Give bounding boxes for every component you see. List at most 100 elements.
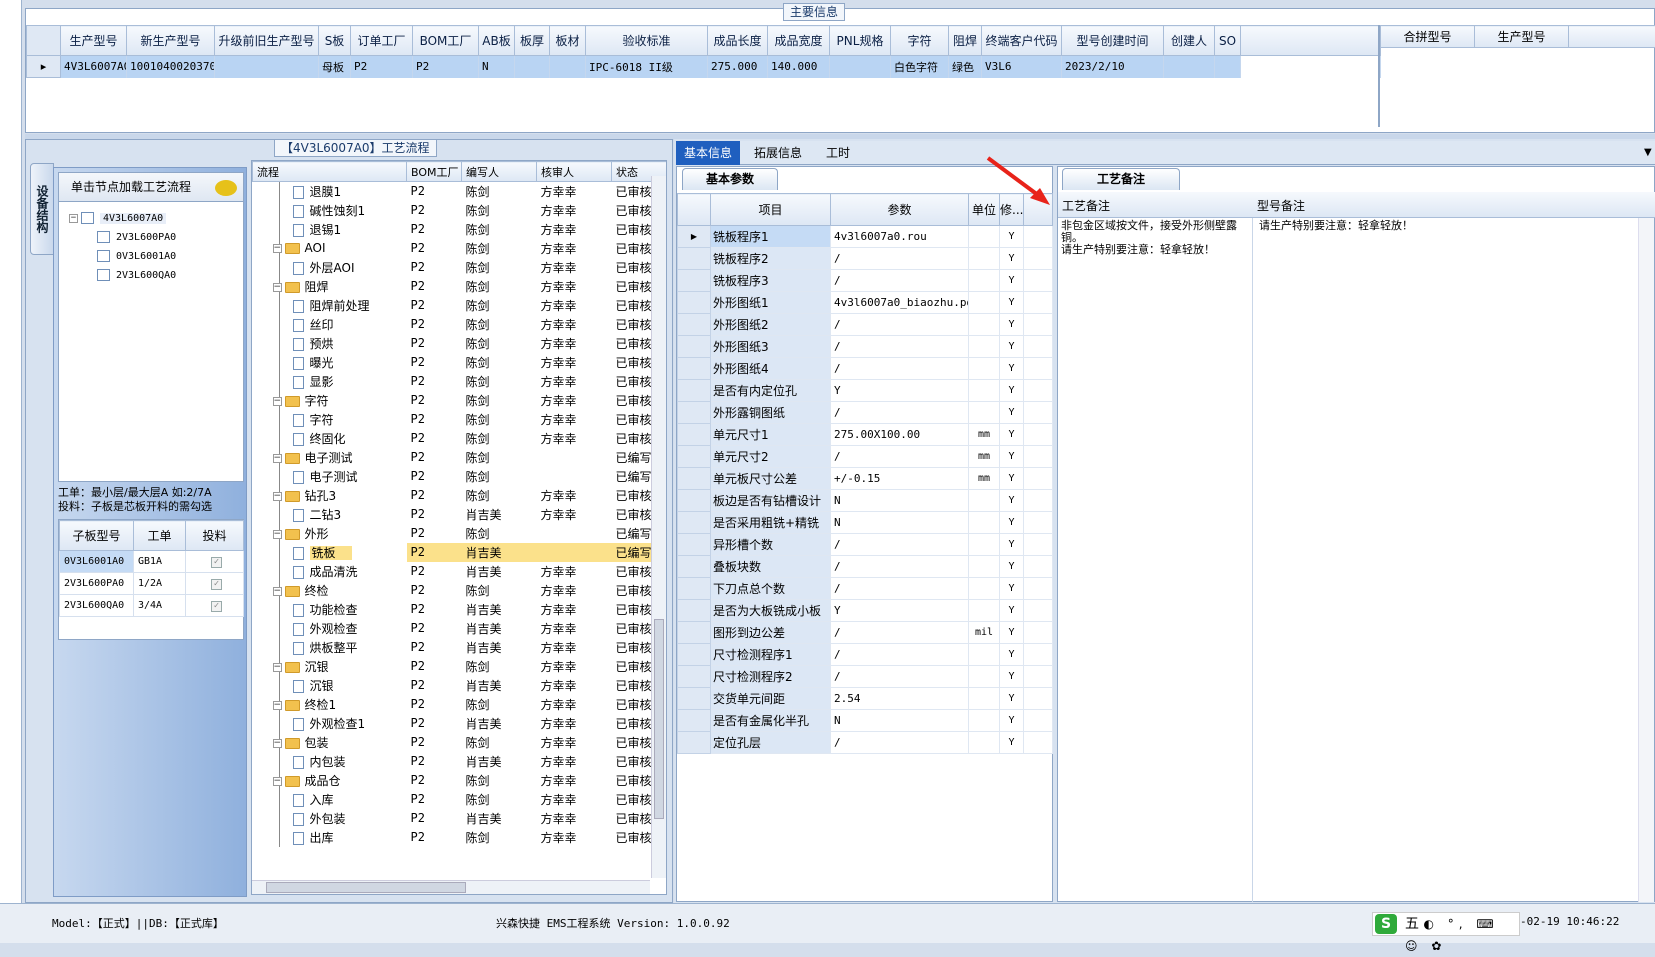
flow-row[interactable]: 退膜1 P2 陈剑 方幸幸 已审核 <box>252 181 667 201</box>
ime-toolbar[interactable]: S 五 ◐ °, ⌨ ☺ ✿ <box>1372 912 1520 953</box>
feed-checkbox[interactable]: ✓ <box>211 556 222 568</box>
model-notes-text[interactable]: 请生产特别要注意：轻拿轻放！ <box>1255 218 1635 902</box>
param-row[interactable]: 是否采用粗铣+精铣 N Y <box>677 511 1053 534</box>
param-value[interactable]: / <box>830 445 969 468</box>
flow-row[interactable]: − 钻孔3 P2 陈剑 方幸幸 已审核 <box>252 485 667 505</box>
tab-craft-notes[interactable]: 工艺备注 <box>1062 168 1180 190</box>
param-row[interactable]: 外形图纸2/ Y <box>677 313 1053 336</box>
collapse-toggle[interactable]: − <box>272 586 282 596</box>
param-value[interactable]: +/-0.15 <box>830 467 969 490</box>
feed-checkbox[interactable]: ✓ <box>211 578 222 590</box>
main-col-14[interactable]: 阻焊 <box>948 25 982 56</box>
tree-node[interactable]: 2V3L600QA0 <box>97 268 176 284</box>
collapse-toggle[interactable]: − <box>272 700 282 710</box>
col-reviewer[interactable]: 核审人 <box>536 161 612 182</box>
main-cell-7[interactable] <box>514 55 550 78</box>
param-value[interactable]: / <box>830 577 969 600</box>
param-modify[interactable]: Y <box>999 555 1024 578</box>
flow-row[interactable]: 成品清洗 P2 肖吉美 方幸幸 已审核 <box>252 561 667 581</box>
param-modify[interactable]: Y <box>999 335 1024 358</box>
vertical-scrollbar[interactable] <box>651 176 666 878</box>
param-modify[interactable]: Y <box>999 643 1024 666</box>
merge-col-1[interactable]: 生产型号 <box>1474 25 1569 48</box>
param-value[interactable]: / <box>830 533 969 556</box>
sub-col-model[interactable]: 子板型号 <box>59 520 134 551</box>
tree-node-root[interactable]: −4V3L6007A0 <box>69 211 167 227</box>
flow-row[interactable]: 显影 P2 陈剑 方幸幸 已审核 <box>252 371 667 391</box>
param-modify[interactable]: Y <box>999 621 1024 644</box>
flow-tree-grid[interactable]: 流程 BOM工厂 编写人 核审人 状态 退膜1 P2 陈剑 方幸幸 已审核 碱性蚀刻1 P2… <box>251 160 667 895</box>
main-col-12[interactable]: PNL规格 <box>829 25 891 56</box>
param-row[interactable]: ▶ 铣板程序1 4v3l6007a0.rou Y <box>677 225 1053 248</box>
main-col-2[interactable]: 升级前旧生产型号 <box>214 25 319 56</box>
main-col-3[interactable]: S板 <box>318 25 351 56</box>
collapse-toggle[interactable]: − <box>272 776 282 786</box>
sub-model[interactable]: 2V3L600PA0 <box>59 572 134 595</box>
sub-row[interactable]: 2V3L600QA0 3/4A ✓ <box>59 594 244 617</box>
main-col-9[interactable]: 验收标准 <box>585 25 708 56</box>
tab-basic-params[interactable]: 基本参数 <box>682 168 778 190</box>
structure-tree[interactable]: −4V3L6007A0 2V3L600PA0 0V3L6001A0 2V3L60… <box>58 172 244 482</box>
collapse-toggle[interactable]: − <box>272 244 282 253</box>
main-cell-18[interactable] <box>1214 55 1241 78</box>
param-value[interactable]: 4v3l6007a0_biaozhu.pdf <box>830 291 969 314</box>
main-cell-17[interactable] <box>1163 55 1215 78</box>
param-row[interactable]: 单元板尺寸公差 +/-0.15 mm Y <box>677 467 1053 490</box>
param-value[interactable]: N <box>830 511 969 534</box>
sub-order[interactable]: 3/4A <box>133 594 186 617</box>
main-col-17[interactable]: 创建人 <box>1163 25 1215 56</box>
main-col-18[interactable]: SO <box>1214 25 1241 56</box>
main-cell-12[interactable] <box>829 55 891 78</box>
flow-row[interactable]: − 电子测试 P2 陈剑 已编写 <box>252 447 667 467</box>
flow-row[interactable]: − 成品仓 P2 陈剑 方幸幸 已审核 <box>252 770 667 790</box>
sub-row[interactable]: 0V3L6001A0 GB1A ✓ <box>59 550 244 573</box>
main-cell-9[interactable]: IPC-6018 II级 <box>585 55 708 78</box>
collapse-toggle[interactable]: − <box>272 529 282 539</box>
collapse-toggle[interactable]: − <box>272 662 282 672</box>
param-row[interactable]: 是否有金属化半孔 N Y <box>677 709 1053 732</box>
flow-row[interactable]: 阻焊前处理 P2 陈剑 方幸幸 已审核 <box>252 295 667 315</box>
param-modify[interactable]: Y <box>999 687 1024 710</box>
flow-row[interactable]: 退锡1 P2 陈剑 方幸幸 已审核 <box>252 219 667 239</box>
basic-params-grid[interactable]: 项目 参数 单位 修... ▶ 铣板程序1 4v3l6007a0.rou Y 铣板程序2… <box>677 193 1053 754</box>
main-cell-14[interactable]: 绿色 <box>948 55 982 78</box>
param-row[interactable]: 单元尺寸1 275.00X100.00 mm Y <box>677 423 1053 446</box>
param-modify[interactable]: Y <box>999 291 1024 314</box>
param-value[interactable]: / <box>830 643 969 666</box>
tree-node[interactable]: 0V3L6001A0 <box>97 249 176 265</box>
col-author[interactable]: 编写人 <box>461 161 537 182</box>
main-col-7[interactable]: 板厚 <box>514 25 550 56</box>
main-cell-16[interactable]: 2023/2/10 <box>1061 55 1164 78</box>
param-row[interactable]: 图形到边公差 / mil Y <box>677 621 1053 644</box>
param-modify[interactable]: Y <box>999 247 1024 270</box>
param-row[interactable]: 外形露铜图纸 / Y <box>677 401 1053 424</box>
flow-row[interactable]: − 终检 P2 陈剑 方幸幸 已审核 <box>252 580 667 600</box>
param-modify[interactable]: Y <box>999 379 1024 402</box>
feed-checkbox[interactable]: ✓ <box>211 600 222 612</box>
flow-row[interactable]: 外观检查1 P2 肖吉美 方幸幸 已审核 <box>252 713 667 733</box>
sub-model[interactable]: 2V3L600QA0 <box>59 594 134 617</box>
flow-row[interactable]: 曝光 P2 陈剑 方幸幸 已审核 <box>252 352 667 372</box>
main-info-grid[interactable]: 生产型号 新生产型号 升级前旧生产型号 S板 订单工厂 BOM工厂 AB板 板厚 板材 验收标准成… <box>26 25 1381 78</box>
param-modify[interactable]: Y <box>999 511 1024 534</box>
flow-row[interactable]: − 字符 P2 陈剑 方幸幸 已审核 <box>252 390 667 410</box>
param-row[interactable]: 是否为大板铣成小板 Y Y <box>677 599 1053 622</box>
flow-row[interactable]: 终固化 P2 陈剑 方幸幸 已审核 <box>252 428 667 448</box>
param-value[interactable]: 4v3l6007a0.rou <box>830 225 969 248</box>
flow-row[interactable]: 入库 P2 陈剑 方幸幸 已审核 <box>252 789 667 809</box>
param-value[interactable]: / <box>830 555 969 578</box>
main-cell-10[interactable]: 275.000 <box>707 55 768 78</box>
flow-row[interactable]: − 包装 P2 陈剑 方幸幸 已审核 <box>252 732 667 752</box>
main-cell-5[interactable]: P2 <box>412 55 479 78</box>
param-modify[interactable]: Y <box>999 445 1024 468</box>
flow-row[interactable]: 丝印 P2 陈剑 方幸幸 已审核 <box>252 314 667 334</box>
sub-row[interactable]: 2V3L600PA0 1/2A ✓ <box>59 572 244 595</box>
param-value[interactable]: Y <box>830 599 969 622</box>
main-col-0[interactable]: 生产型号 <box>60 25 127 56</box>
flow-row[interactable]: − AOI P2 陈剑 方幸幸 已审核 <box>252 238 667 258</box>
col-bom[interactable]: BOM工厂 <box>406 161 462 182</box>
param-modify[interactable]: Y <box>999 313 1024 336</box>
collapse-toggle[interactable]: − <box>272 738 282 748</box>
param-value[interactable]: 2.54 <box>830 687 969 710</box>
param-row[interactable]: 尺寸检测程序1/ Y <box>677 643 1053 666</box>
